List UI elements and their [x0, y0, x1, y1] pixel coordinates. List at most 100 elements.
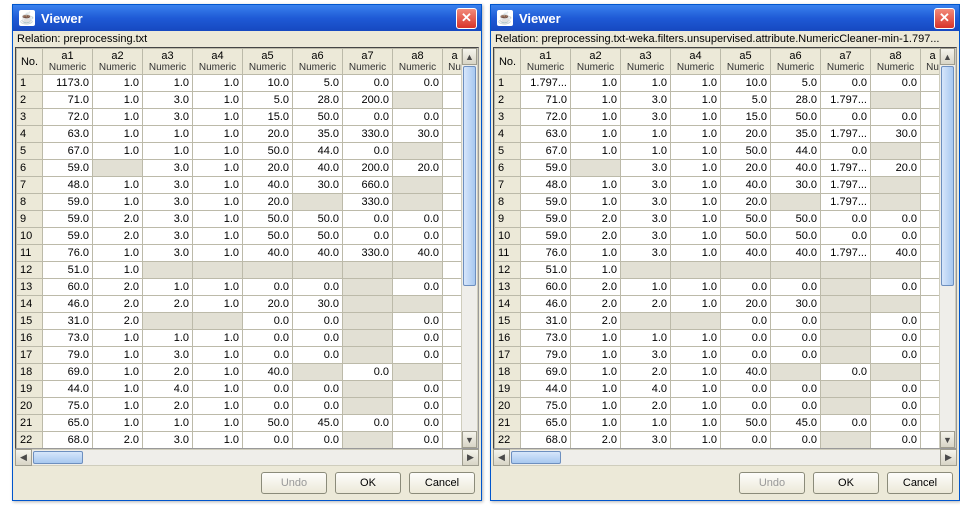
data-cell[interactable]	[921, 296, 940, 313]
column-header[interactable]: a8Numeric	[393, 49, 443, 75]
column-header[interactable]: a5Numeric	[243, 49, 293, 75]
data-cell[interactable]: 1.0	[93, 92, 143, 109]
data-cell[interactable]: 44.0	[521, 381, 571, 398]
data-cell[interactable]: 1.0	[193, 347, 243, 364]
table-row[interactable]: 1944.01.04.01.00.00.00.0	[495, 381, 940, 398]
data-cell[interactable]: 1.0	[671, 143, 721, 160]
data-cell[interactable]: 0.0	[771, 432, 821, 449]
data-cell[interactable]: 63.0	[43, 126, 93, 143]
data-cell[interactable]: 0.0	[771, 398, 821, 415]
data-cell[interactable]: 48.0	[43, 177, 93, 194]
data-cell[interactable]	[443, 313, 462, 330]
data-cell[interactable]: 1.0	[193, 160, 243, 177]
cancel-button[interactable]: Cancel	[409, 472, 475, 494]
data-cell[interactable]: 50.0	[243, 228, 293, 245]
data-cell[interactable]: 40.0	[871, 245, 921, 262]
scroll-left-icon[interactable]: ◀	[493, 449, 510, 466]
data-cell[interactable]: 1.0	[571, 364, 621, 381]
data-cell[interactable]: 0.0	[393, 109, 443, 126]
data-cell[interactable]: 1.0	[571, 398, 621, 415]
data-cell[interactable]: 59.0	[521, 228, 571, 245]
data-cell[interactable]: 45.0	[771, 415, 821, 432]
data-cell[interactable]	[343, 296, 393, 313]
data-cell[interactable]: 46.0	[43, 296, 93, 313]
column-header[interactable]: a7Numeric	[821, 49, 871, 75]
data-cell[interactable]: 15.0	[243, 109, 293, 126]
column-header[interactable]: a3Numeric	[621, 49, 671, 75]
data-cell[interactable]: 0.0	[871, 347, 921, 364]
data-cell[interactable]: 1.0	[621, 415, 671, 432]
data-cell[interactable]: 28.0	[293, 92, 343, 109]
data-cell[interactable]: 0.0	[871, 279, 921, 296]
data-cell[interactable]	[771, 364, 821, 381]
data-cell[interactable]: 20.0	[871, 160, 921, 177]
data-cell[interactable]: 1.0	[671, 194, 721, 211]
data-cell[interactable]: 59.0	[43, 194, 93, 211]
data-cell[interactable]: 30.0	[293, 177, 343, 194]
data-cell[interactable]: 20.0	[721, 160, 771, 177]
data-cell[interactable]: 0.0	[771, 347, 821, 364]
data-cell[interactable]: 0.0	[393, 398, 443, 415]
data-cell[interactable]: 5.0	[771, 75, 821, 92]
data-cell[interactable]: 50.0	[721, 228, 771, 245]
data-cell[interactable]: 40.0	[771, 245, 821, 262]
data-cell[interactable]: 5.0	[721, 92, 771, 109]
data-cell[interactable]: 330.0	[343, 245, 393, 262]
data-cell[interactable]: 3.0	[143, 177, 193, 194]
data-cell[interactable]: 40.0	[393, 245, 443, 262]
data-cell[interactable]: 2.0	[571, 313, 621, 330]
data-cell[interactable]: 3.0	[143, 347, 193, 364]
data-cell[interactable]: 0.0	[821, 109, 871, 126]
data-cell[interactable]	[443, 347, 462, 364]
data-cell[interactable]: 50.0	[293, 228, 343, 245]
data-cell[interactable]	[871, 364, 921, 381]
data-cell[interactable]: 1.0	[143, 143, 193, 160]
data-cell[interactable]: 1.0	[571, 177, 621, 194]
data-cell[interactable]: 35.0	[771, 126, 821, 143]
data-cell[interactable]	[343, 330, 393, 347]
data-cell[interactable]: 3.0	[143, 92, 193, 109]
data-cell[interactable]	[443, 109, 462, 126]
data-cell[interactable]	[821, 381, 871, 398]
data-cell[interactable]: 0.0	[243, 381, 293, 398]
ok-button[interactable]: OK	[335, 472, 401, 494]
column-header[interactable]: a1Numeric	[521, 49, 571, 75]
data-cell[interactable]	[343, 347, 393, 364]
data-cell[interactable]	[921, 415, 940, 432]
data-cell[interactable]: 1.0	[621, 143, 671, 160]
data-cell[interactable]: 1.0	[143, 279, 193, 296]
data-cell[interactable]	[393, 177, 443, 194]
data-cell[interactable]: 0.0	[393, 415, 443, 432]
data-cell[interactable]	[343, 313, 393, 330]
column-header[interactable]: No.	[495, 49, 521, 75]
data-cell[interactable]	[921, 364, 940, 381]
data-cell[interactable]: 67.0	[43, 143, 93, 160]
vertical-scrollbar[interactable]: ▲▼	[461, 48, 478, 448]
data-cell[interactable]: 50.0	[771, 211, 821, 228]
data-cell[interactable]: 1.0	[93, 415, 143, 432]
data-cell[interactable]: 3.0	[143, 160, 193, 177]
data-cell[interactable]: 0.0	[721, 381, 771, 398]
data-cell[interactable]	[921, 126, 940, 143]
data-cell[interactable]: 31.0	[43, 313, 93, 330]
data-cell[interactable]: 0.0	[721, 279, 771, 296]
data-cell[interactable]: 1.0	[671, 364, 721, 381]
data-cell[interactable]: 0.0	[721, 330, 771, 347]
data-cell[interactable]: 20.0	[243, 194, 293, 211]
data-cell[interactable]	[443, 415, 462, 432]
table-row[interactable]: 1531.02.00.00.00.0	[495, 313, 940, 330]
data-cell[interactable]	[921, 143, 940, 160]
data-cell[interactable]: 1.0	[571, 262, 621, 279]
data-cell[interactable]	[443, 398, 462, 415]
data-cell[interactable]	[871, 92, 921, 109]
data-cell[interactable]: 40.0	[293, 160, 343, 177]
table-row[interactable]: 859.01.03.01.020.0330.0	[17, 194, 462, 211]
column-header[interactable]: a4Numeric	[193, 49, 243, 75]
data-cell[interactable]: 50.0	[243, 415, 293, 432]
data-cell[interactable]: 2.0	[143, 296, 193, 313]
data-cell[interactable]: 1.0	[143, 126, 193, 143]
data-cell[interactable]: 30.0	[771, 296, 821, 313]
data-cell[interactable]	[821, 296, 871, 313]
table-row[interactable]: 659.03.01.020.040.0200.020.0	[17, 160, 462, 177]
data-cell[interactable]	[293, 364, 343, 381]
